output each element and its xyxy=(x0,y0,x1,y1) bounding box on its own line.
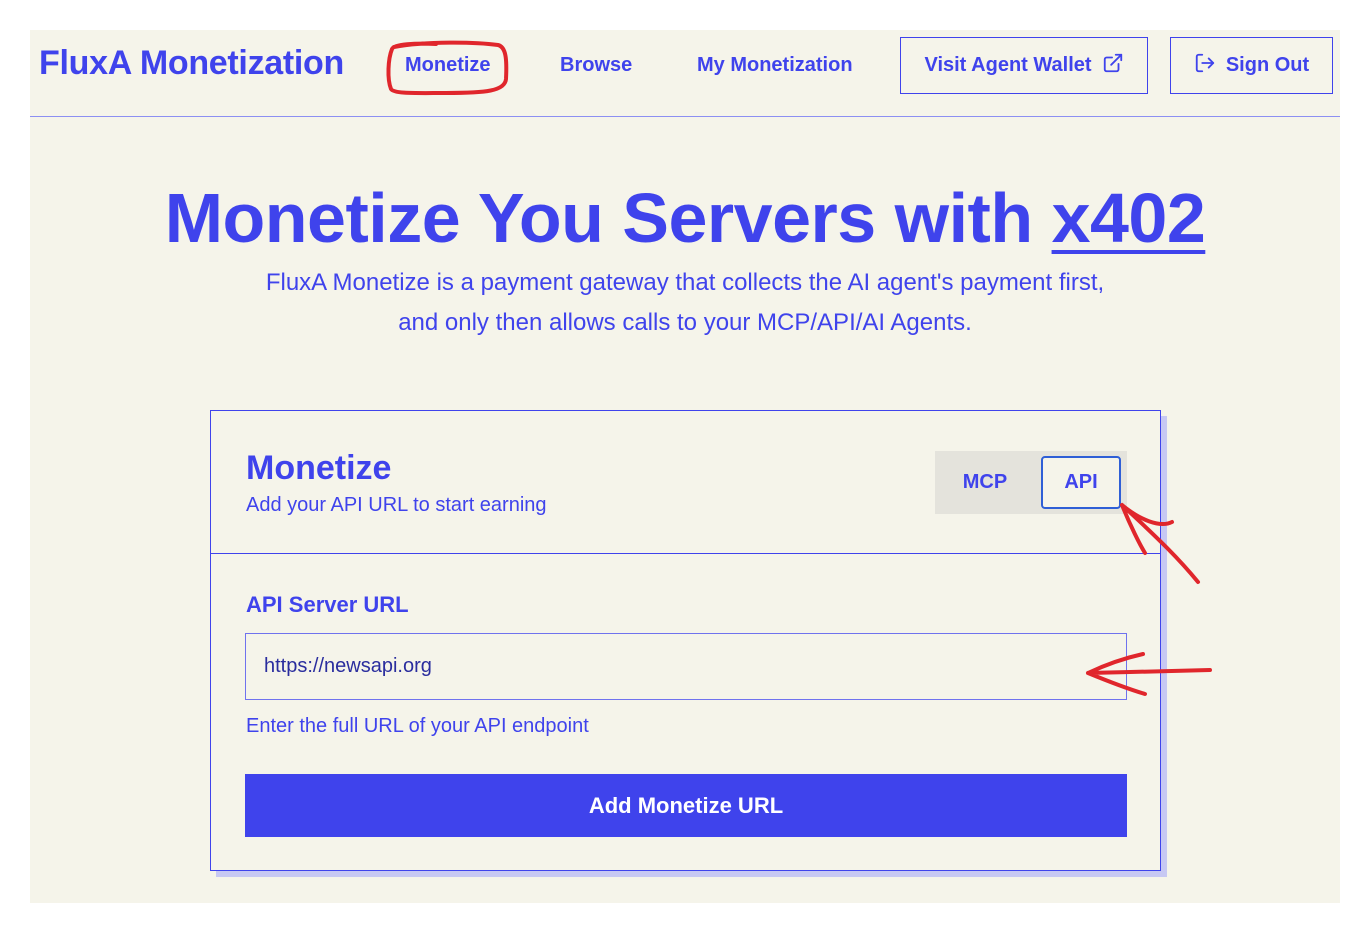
monetize-card: Monetize Add your API URL to start earni… xyxy=(210,410,1161,871)
nav-my-monetization[interactable]: My Monetization xyxy=(697,54,853,77)
card-title: Monetize xyxy=(246,449,392,487)
card-header: Monetize Add your API URL to start earni… xyxy=(211,411,1160,554)
nav-browse[interactable]: Browse xyxy=(560,54,632,77)
visit-agent-wallet-button[interactable]: Visit Agent Wallet xyxy=(900,37,1148,94)
visit-agent-wallet-label: Visit Agent Wallet xyxy=(924,54,1092,76)
add-monetize-url-button[interactable]: Add Monetize URL xyxy=(245,774,1127,837)
url-helper-text: Enter the full URL of your API endpoint xyxy=(246,715,589,737)
sign-out-button[interactable]: Sign Out xyxy=(1170,37,1333,94)
hero-subtitle-line-2: and only then allows calls to your MCP/A… xyxy=(398,309,972,336)
sign-out-label: Sign Out xyxy=(1225,54,1310,76)
hero-title: Monetize You Servers with x402 xyxy=(30,178,1340,258)
api-server-url-input[interactable] xyxy=(245,633,1127,700)
api-server-url-label: API Server URL xyxy=(246,592,409,617)
type-toggle: MCP API xyxy=(935,451,1127,514)
brand-logo[interactable]: FluxA Monetization xyxy=(39,44,344,83)
x402-link[interactable]: x402 xyxy=(1052,179,1206,257)
card-subtitle: Add your API URL to start earning xyxy=(246,494,547,516)
toggle-option-mcp[interactable]: MCP xyxy=(941,456,1029,509)
sign-out-icon xyxy=(1194,52,1216,80)
hero-title-text: Monetize You Servers with xyxy=(164,179,1052,257)
external-link-icon xyxy=(1102,52,1124,80)
page: FluxA Monetization Monetize Browse My Mo… xyxy=(30,30,1340,903)
top-nav-bar: FluxA Monetization Monetize Browse My Mo… xyxy=(30,30,1340,117)
nav-monetize[interactable]: Monetize xyxy=(405,54,491,77)
hero-subtitle-line-1: FluxA Monetize is a payment gateway that… xyxy=(265,269,1105,296)
toggle-option-api[interactable]: API xyxy=(1041,456,1121,509)
